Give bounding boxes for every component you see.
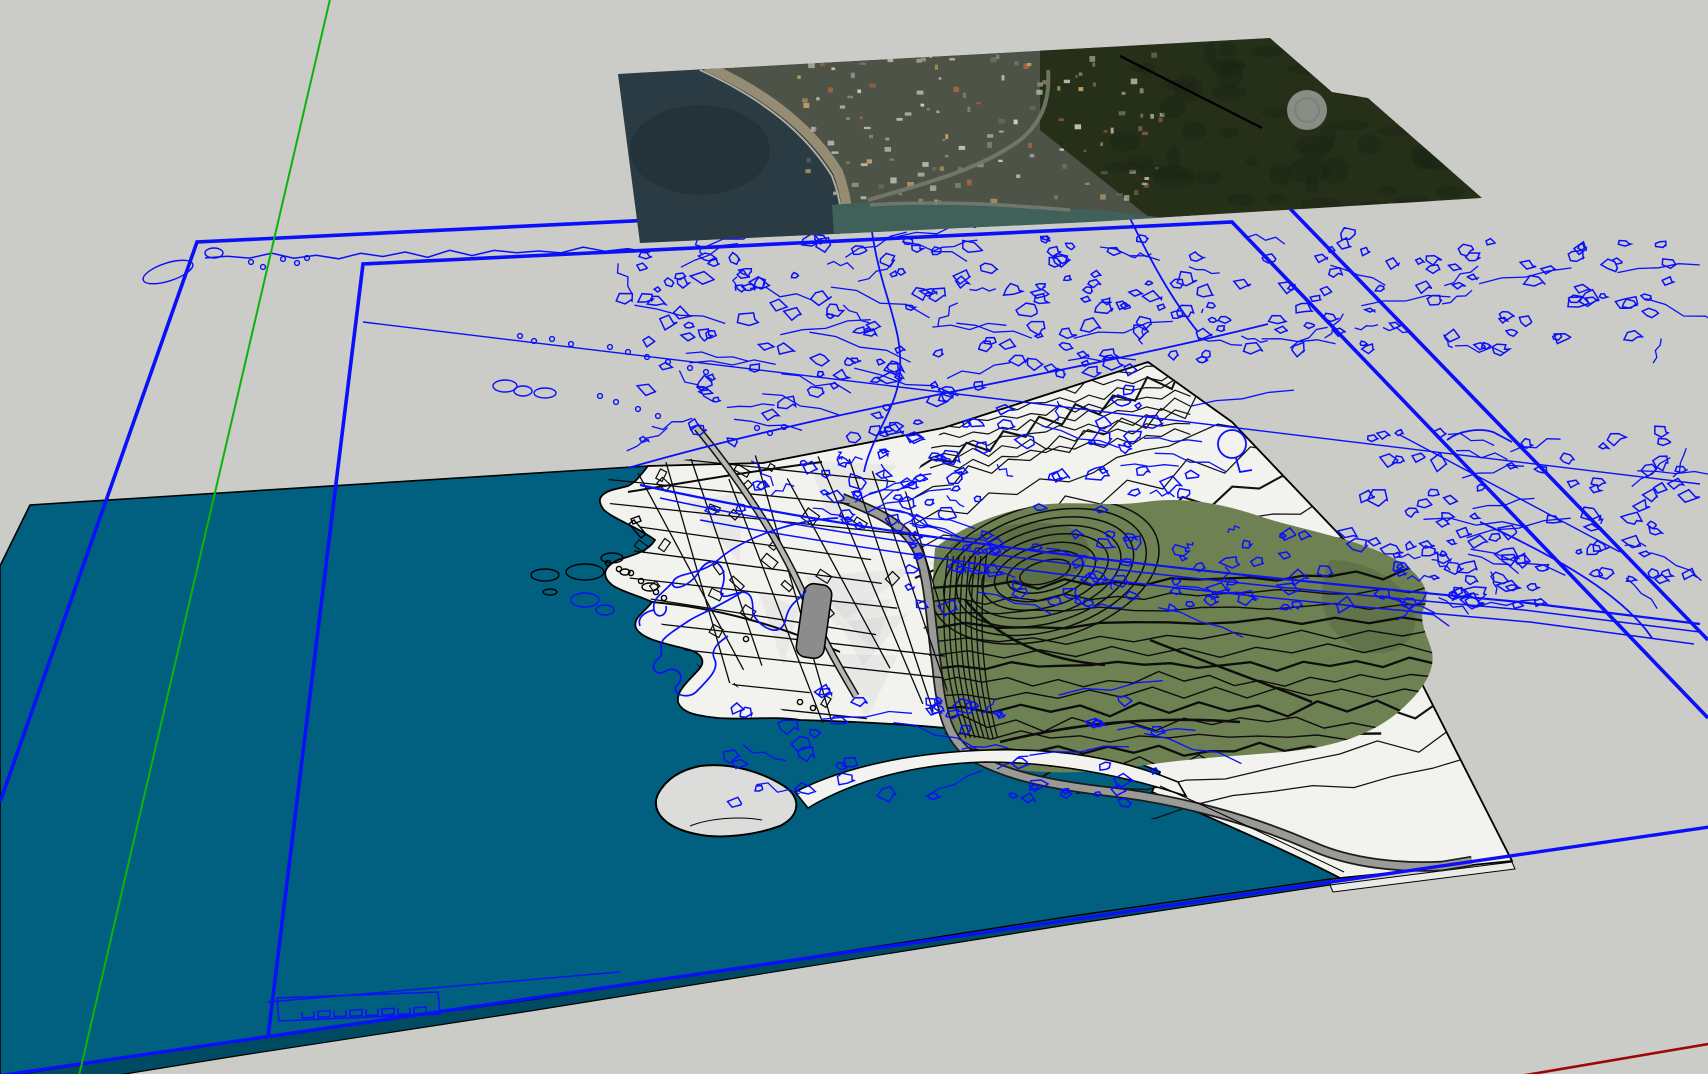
scene-canvas — [0, 0, 1708, 1074]
3d-viewport[interactable] — [0, 0, 1708, 1074]
photo-tank — [1287, 90, 1327, 130]
